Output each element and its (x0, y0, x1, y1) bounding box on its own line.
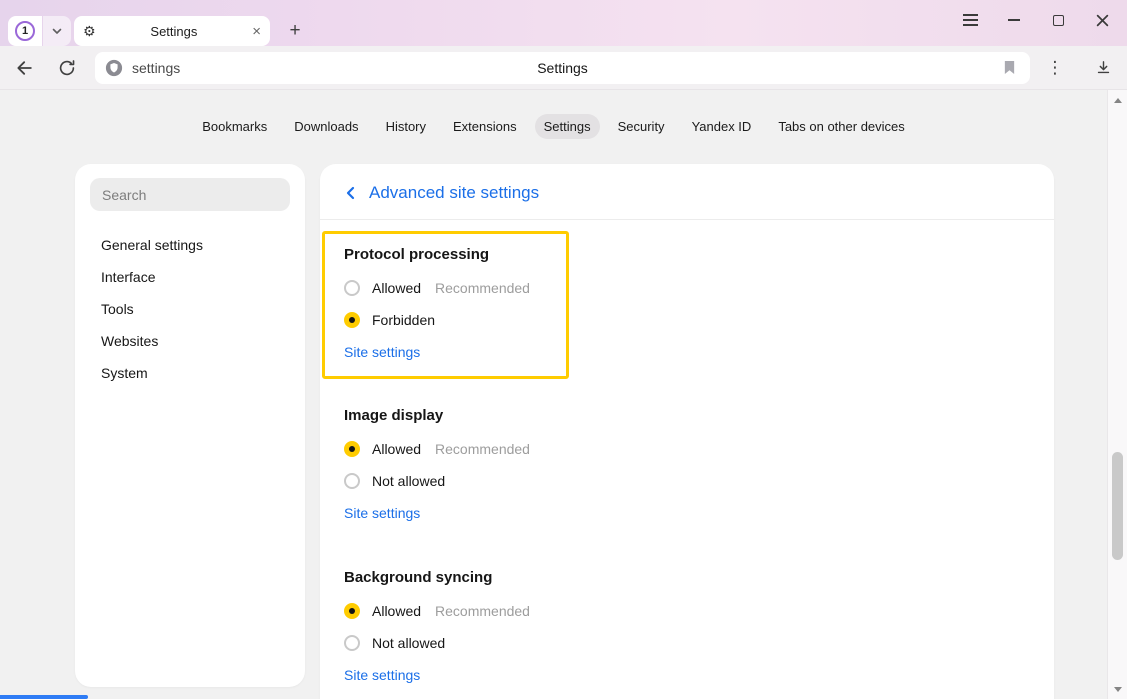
search-input[interactable] (90, 178, 290, 211)
browser-tab-settings[interactable]: ⚙ Settings × (74, 16, 270, 46)
radio-button-icon[interactable] (344, 635, 360, 651)
site-info-icon[interactable] (105, 59, 123, 77)
nav-item-yandex-id[interactable]: Yandex ID (683, 114, 761, 139)
nav-item-bookmarks[interactable]: Bookmarks (193, 114, 276, 139)
scroll-up-icon[interactable] (1108, 93, 1127, 107)
sidebar-item-interface[interactable]: Interface (90, 261, 290, 293)
sidebar-item-websites[interactable]: Websites (90, 325, 290, 357)
download-icon[interactable] (1090, 53, 1116, 83)
chevron-left-icon (344, 186, 358, 200)
section-title: Protocol processing (344, 246, 566, 264)
nav-item-history[interactable]: History (377, 114, 435, 139)
radio-note: Recommended (435, 280, 530, 296)
section-background-syncing: Background syncing Allowed Recommended N… (344, 569, 1030, 685)
radio-label[interactable]: Forbidden (372, 312, 435, 328)
sidebar-item-general-settings[interactable]: General settings (90, 229, 290, 261)
section-protocol-processing: Protocol processing Allowed Recommended … (322, 231, 569, 379)
browser-toolbar: settings Settings ⋮ (0, 46, 1127, 90)
new-tab-button[interactable]: + (282, 16, 308, 46)
tab-group-chip[interactable]: 1 (8, 16, 42, 46)
window-maximize-button[interactable] (1046, 8, 1070, 32)
browser-menu-icon[interactable] (958, 8, 982, 32)
section-image-display: Image display Allowed Recommended Not al… (344, 407, 1030, 523)
radio-option-allowed[interactable]: Allowed Recommended (344, 603, 1030, 619)
window-minimize-button[interactable] (1002, 8, 1026, 32)
settings-page: Bookmarks Downloads History Extensions S… (0, 90, 1107, 699)
tab-close-icon[interactable]: × (252, 24, 261, 39)
sidebar-item-tools[interactable]: Tools (90, 293, 290, 325)
sidebar-list: General settings Interface Tools Website… (90, 229, 290, 389)
nav-item-security[interactable]: Security (609, 114, 674, 139)
section-title: Image display (344, 407, 1030, 425)
window-titlebar: 1 ⚙ Settings × + (0, 0, 1127, 46)
radio-label[interactable]: Allowed (372, 603, 421, 619)
settings-top-nav: Bookmarks Downloads History Extensions S… (0, 90, 1107, 139)
radio-option-forbidden[interactable]: Forbidden (344, 312, 566, 328)
settings-layout: General settings Interface Tools Website… (0, 164, 1107, 699)
radio-label[interactable]: Not allowed (372, 473, 445, 489)
address-bar[interactable]: settings Settings (95, 52, 1030, 84)
toolbar-more-icon[interactable]: ⋮ (1042, 53, 1068, 83)
tab-title: Settings (104, 24, 245, 39)
radio-option-not-allowed[interactable]: Not allowed (344, 635, 1030, 651)
address-bar-url: settings (132, 60, 180, 76)
settings-content-card: Advanced site settings Protocol processi… (320, 164, 1054, 699)
back-button[interactable] (10, 53, 40, 83)
radio-label[interactable]: Not allowed (372, 635, 445, 651)
site-settings-link[interactable]: Site settings (344, 505, 420, 521)
bookmark-icon[interactable] (998, 60, 1020, 75)
horizontal-scrollbar-thumb[interactable] (0, 695, 88, 699)
nav-item-downloads[interactable]: Downloads (285, 114, 367, 139)
gear-icon: ⚙ (83, 24, 96, 38)
site-settings-link[interactable]: Site settings (344, 344, 420, 360)
radio-button-icon[interactable] (344, 473, 360, 489)
radio-button-icon[interactable] (344, 312, 360, 328)
nav-item-extensions[interactable]: Extensions (444, 114, 526, 139)
tab-group-chevron-icon[interactable] (43, 16, 71, 46)
scroll-down-icon[interactable] (1108, 682, 1127, 696)
section-title: Background syncing (344, 569, 1030, 587)
scrollbar-thumb[interactable] (1112, 452, 1123, 560)
advanced-site-settings-back[interactable]: Advanced site settings (320, 164, 1054, 220)
radio-label[interactable]: Allowed (372, 280, 421, 296)
radio-option-not-allowed[interactable]: Not allowed (344, 473, 1030, 489)
refresh-button[interactable] (52, 53, 82, 83)
site-settings-link[interactable]: Site settings (344, 667, 420, 683)
radio-label[interactable]: Allowed (372, 441, 421, 457)
settings-sections: Protocol processing Allowed Recommended … (320, 220, 1054, 699)
settings-sidebar: General settings Interface Tools Website… (75, 164, 305, 687)
nav-item-tabs-other-devices[interactable]: Tabs on other devices (769, 114, 913, 139)
radio-note: Recommended (435, 441, 530, 457)
vertical-scrollbar[interactable] (1107, 90, 1127, 699)
radio-option-allowed[interactable]: Allowed Recommended (344, 280, 566, 296)
radio-button-icon[interactable] (344, 280, 360, 296)
radio-option-allowed[interactable]: Allowed Recommended (344, 441, 1030, 457)
sidebar-item-system[interactable]: System (90, 357, 290, 389)
radio-button-icon[interactable] (344, 441, 360, 457)
tab-count-badge[interactable]: 1 (15, 21, 35, 41)
window-close-button[interactable] (1090, 8, 1114, 32)
page-title[interactable]: Advanced site settings (369, 183, 539, 203)
address-bar-page-title: Settings (95, 60, 1030, 76)
radio-note: Recommended (435, 603, 530, 619)
nav-item-settings[interactable]: Settings (535, 114, 600, 139)
radio-button-icon[interactable] (344, 603, 360, 619)
